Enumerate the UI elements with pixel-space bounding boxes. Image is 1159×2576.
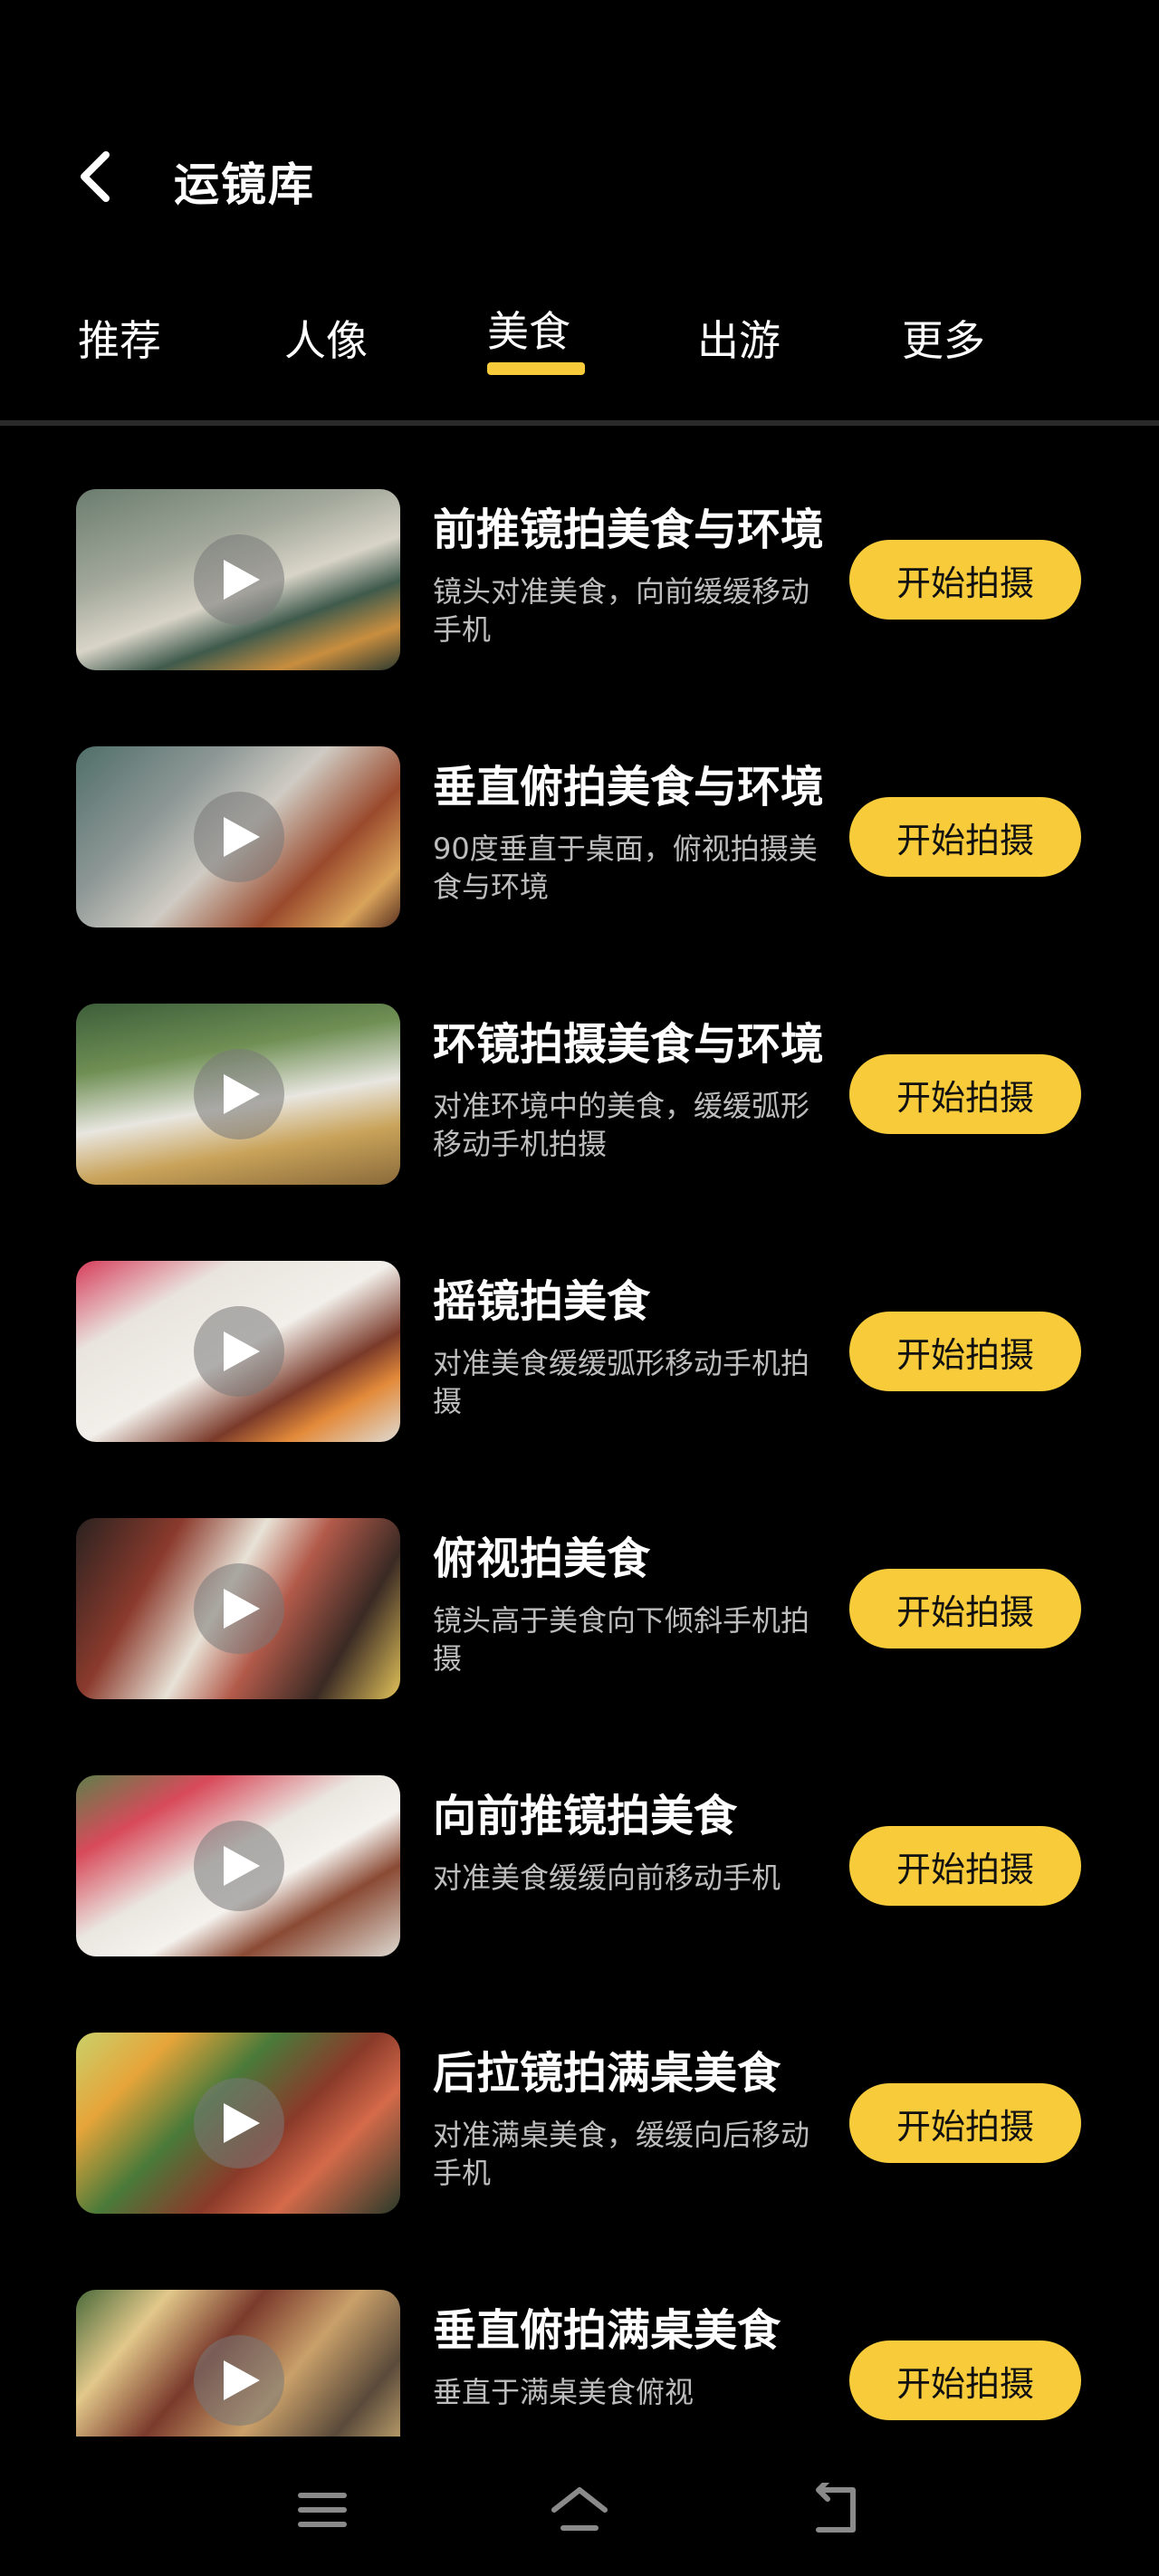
video-thumbnail[interactable]	[76, 2033, 400, 2214]
start-shooting-button[interactable]: 开始拍摄	[849, 797, 1081, 877]
item-title: 垂直俯拍美食与环境	[433, 762, 822, 812]
system-nav-bar	[0, 2446, 1159, 2576]
tab-more[interactable]: 更多	[902, 308, 985, 399]
video-thumbnail[interactable]	[76, 1518, 400, 1699]
chevron-left-icon	[81, 151, 110, 202]
play-icon	[224, 1074, 260, 1114]
item-description: 对准美食缓缓向前移动手机	[433, 1860, 781, 1895]
start-shooting-button[interactable]: 开始拍摄	[849, 1569, 1081, 1648]
back-button[interactable]	[63, 145, 127, 208]
home-icon	[551, 2487, 608, 2531]
play-button[interactable]	[194, 1049, 284, 1139]
tab-travel[interactable]: 出游	[697, 308, 781, 399]
list-item[interactable]: 垂直俯拍满桌美食 垂直于满桌美食俯视 开始拍摄	[0, 2290, 1159, 2437]
tab-recommend[interactable]: 推荐	[78, 308, 161, 399]
category-tabs: 推荐 人像 美食 出游 更多	[0, 307, 1159, 408]
play-icon	[224, 2360, 260, 2400]
tabs-divider	[0, 420, 1159, 426]
video-thumbnail[interactable]	[76, 1004, 400, 1185]
item-text: 垂直俯拍美食与环境 90度垂直于桌面，俯视拍摄美食与环境	[433, 755, 822, 928]
start-shooting-button[interactable]: 开始拍摄	[849, 2341, 1081, 2420]
video-thumbnail[interactable]	[76, 489, 400, 670]
item-text: 俯视拍美食 镜头高于美食向下倾斜手机拍摄	[433, 1527, 822, 1699]
screen: 运镜库 推荐 人像 美食 出游 更多 前推镜拍美食与环境 镜头对准美食，向前缓缓…	[0, 0, 1159, 2576]
play-icon	[224, 1846, 260, 1886]
video-thumbnail[interactable]	[76, 1261, 400, 1442]
tab-label: 出游	[697, 316, 781, 365]
template-list[interactable]: 前推镜拍美食与环境 镜头对准美食，向前缓缓移动手机 开始拍摄 垂直俯拍美食与环境…	[0, 489, 1159, 2437]
back-icon	[816, 2483, 856, 2533]
item-title: 摇镜拍美食	[433, 1276, 651, 1327]
list-item[interactable]: 俯视拍美食 镜头高于美食向下倾斜手机拍摄 开始拍摄	[0, 1518, 1159, 1699]
list-item[interactable]: 后拉镜拍满桌美食 对准满桌美食，缓缓向后移动手机 开始拍摄	[0, 2033, 1159, 2214]
start-shooting-button[interactable]: 开始拍摄	[849, 540, 1081, 620]
play-icon	[224, 560, 260, 600]
list-item[interactable]: 环镜拍摄美食与环境 对准环境中的美食，缓缓弧形移动手机拍摄 开始拍摄	[0, 1004, 1159, 1185]
tab-label: 推荐	[78, 316, 161, 365]
list-item[interactable]: 前推镜拍美食与环境 镜头对准美食，向前缓缓移动手机 开始拍摄	[0, 489, 1159, 670]
item-title: 环镜拍摄美食与环境	[433, 1019, 822, 1070]
start-shooting-button[interactable]: 开始拍摄	[849, 1054, 1081, 1134]
start-shooting-button[interactable]: 开始拍摄	[849, 1312, 1081, 1391]
back-nav-button[interactable]	[800, 2478, 873, 2542]
play-icon	[224, 1589, 260, 1629]
item-description: 垂直于满桌美食俯视	[433, 2375, 694, 2409]
item-title: 前推镜拍美食与环境	[433, 505, 822, 555]
video-thumbnail[interactable]	[76, 2290, 400, 2437]
item-description: 对准满桌美食，缓缓向后移动手机	[433, 2118, 810, 2190]
tab-label: 更多	[902, 316, 985, 365]
start-shooting-button[interactable]: 开始拍摄	[849, 1826, 1081, 1906]
list-item[interactable]: 垂直俯拍美食与环境 90度垂直于桌面，俯视拍摄美食与环境 开始拍摄	[0, 746, 1159, 928]
item-text: 前推镜拍美食与环境 镜头对准美食，向前缓缓移动手机	[433, 498, 822, 670]
video-thumbnail[interactable]	[76, 1775, 400, 1956]
play-icon	[224, 1331, 260, 1371]
play-button[interactable]	[194, 1563, 284, 1654]
item-title: 向前推镜拍美食	[433, 1791, 738, 1841]
play-button[interactable]	[194, 534, 284, 625]
item-description: 镜头对准美食，向前缓缓移动手机	[433, 574, 810, 647]
start-shooting-button[interactable]: 开始拍摄	[849, 2083, 1081, 2163]
menu-button[interactable]	[286, 2478, 359, 2542]
item-description: 对准环境中的美食，缓缓弧形移动手机拍摄	[433, 1089, 810, 1161]
play-button[interactable]	[194, 792, 284, 882]
page-title: 运镜库	[174, 159, 315, 211]
item-description: 对准美食缓缓弧形移动手机拍摄	[433, 1346, 810, 1418]
menu-icon	[298, 2493, 347, 2527]
video-thumbnail[interactable]	[76, 746, 400, 928]
item-text: 摇镜拍美食 对准美食缓缓弧形移动手机拍摄	[433, 1270, 822, 1442]
list-item[interactable]: 摇镜拍美食 对准美食缓缓弧形移动手机拍摄 开始拍摄	[0, 1261, 1159, 1442]
item-description: 90度垂直于桌面，俯视拍摄美食与环境	[433, 831, 818, 904]
tab-label: 人像	[284, 316, 368, 365]
item-text: 环镜拍摄美食与环境 对准环境中的美食，缓缓弧形移动手机拍摄	[433, 1013, 822, 1185]
item-text: 后拉镜拍满桌美食 对准满桌美食，缓缓向后移动手机	[433, 2042, 822, 2214]
item-description: 镜头高于美食向下倾斜手机拍摄	[433, 1603, 810, 1676]
item-text: 垂直俯拍满桌美食 垂直于满桌美食俯视	[433, 2299, 822, 2437]
list-item[interactable]: 向前推镜拍美食 对准美食缓缓向前移动手机 开始拍摄	[0, 1775, 1159, 1956]
play-button[interactable]	[194, 2078, 284, 2168]
play-button[interactable]	[194, 1821, 284, 1911]
play-icon	[224, 817, 260, 857]
play-button[interactable]	[194, 2335, 284, 2426]
play-icon	[224, 2103, 260, 2143]
item-title: 垂直俯拍满桌美食	[433, 2305, 781, 2356]
item-title: 后拉镜拍满桌美食	[433, 2048, 781, 2099]
tab-active-indicator	[487, 362, 585, 375]
tab-portrait[interactable]: 人像	[284, 308, 368, 399]
item-title: 俯视拍美食	[433, 1533, 651, 1584]
tab-label: 美食	[487, 307, 570, 356]
home-button[interactable]	[543, 2478, 616, 2542]
header: 运镜库	[0, 127, 1159, 226]
play-button[interactable]	[194, 1306, 284, 1397]
tab-food[interactable]: 美食	[487, 299, 585, 389]
item-text: 向前推镜拍美食 对准美食缓缓向前移动手机	[433, 1784, 822, 1956]
